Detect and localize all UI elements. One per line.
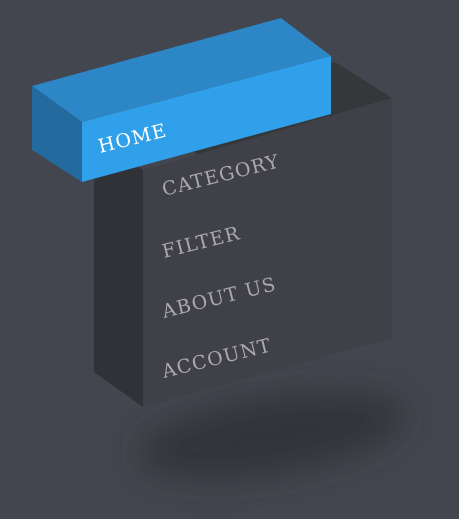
- menu-stage: CATEGORY FILTER ABOUT US ACCOUNT HOME: [32, 18, 406, 479]
- menu-panel-side: [94, 137, 143, 407]
